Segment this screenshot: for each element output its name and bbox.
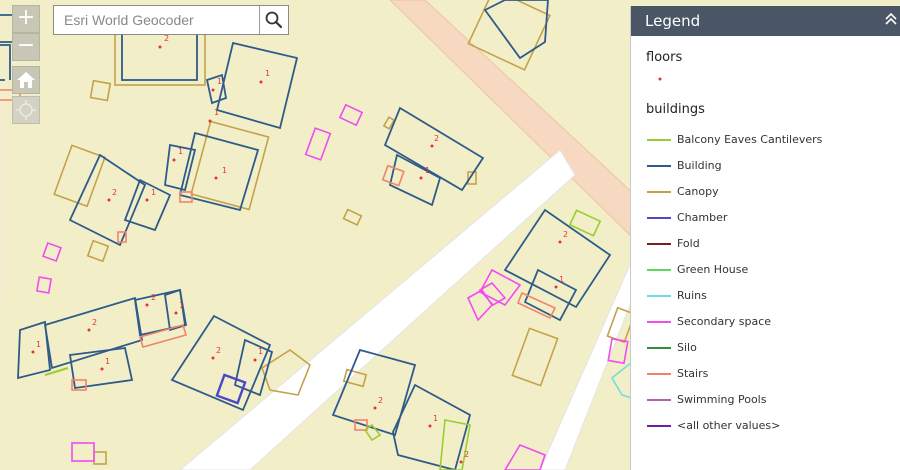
legend-swatch (647, 321, 671, 323)
floor-label: 1 (258, 347, 264, 356)
floor-label: 1 (433, 414, 439, 423)
legend-item: Secondary space (647, 315, 897, 329)
floor-label: 2 (112, 188, 118, 197)
floor-label: 1 (217, 77, 223, 86)
floor-label: 2 (563, 230, 569, 239)
floor-label: 1 (178, 147, 184, 156)
floor-label: 1 (105, 357, 111, 366)
legend-item-label: Chamber (677, 211, 728, 224)
legend-item: Green House (647, 263, 897, 277)
legend-swatch (647, 425, 671, 427)
floor-label: 1 (151, 188, 157, 197)
legend-item: Stairs (647, 367, 897, 381)
floor-label: 1 (265, 69, 271, 78)
zoom-in-button[interactable]: + (12, 5, 40, 33)
floor-point-symbol (658, 77, 662, 81)
home-icon (17, 72, 35, 88)
search-button[interactable] (259, 6, 288, 34)
legend-item-label: Silo (677, 341, 697, 354)
legend-item: Chamber (647, 211, 897, 225)
legend-layer-floors-title: floors (646, 50, 683, 65)
legend-item: Building (647, 159, 897, 173)
legend-item-label: Building (677, 159, 722, 172)
floor-label: 2 (92, 318, 98, 327)
legend-swatch (647, 399, 671, 401)
legend-item: Swimming Pools (647, 393, 897, 407)
legend-item-label: <all other values> (677, 419, 781, 432)
legend-swatch (647, 295, 671, 297)
legend-item: Canopy (647, 185, 897, 199)
zoom-out-button[interactable]: − (12, 33, 40, 61)
legend-swatch (647, 139, 671, 141)
legend-item-label: Green House (677, 263, 749, 276)
legend-swatch (647, 243, 671, 245)
floor-label: 2 (216, 346, 222, 355)
floor-label: 1 (36, 340, 42, 349)
floor-label: 1 (222, 166, 228, 175)
legend-swatch (647, 373, 671, 375)
floor-label-layer: 2 1 1 1 1 2 1 1 2 1 2 2 1 1 2 1 1 2 1 2 … (0, 0, 630, 470)
floor-label: 2 (151, 293, 157, 302)
legend-swatch (647, 191, 671, 193)
legend-item-label: Canopy (677, 185, 719, 198)
legend-item-label: Balcony Eaves Cantilevers (677, 133, 823, 146)
legend-title: Legend (645, 12, 701, 30)
legend-layer-buildings-title: buildings (646, 102, 705, 117)
legend-header[interactable]: Legend (631, 6, 900, 36)
legend-swatch (647, 165, 671, 167)
legend-item-label: Stairs (677, 367, 709, 380)
legend-swatch (647, 347, 671, 349)
legend-item: Ruins (647, 289, 897, 303)
legend-swatch (647, 269, 671, 271)
locate-icon (16, 100, 36, 120)
legend-item-label: Ruins (677, 289, 707, 302)
legend-panel: Legend floors buildings Balcony Eaves Ca… (630, 6, 900, 470)
geocoder-search (53, 5, 289, 35)
floor-label: 1 (425, 166, 431, 175)
search-icon (265, 11, 283, 29)
floor-label: 2 (378, 396, 384, 405)
legend-swatch (647, 217, 671, 219)
floor-label: 2 (434, 134, 440, 143)
locate-button[interactable] (12, 96, 40, 124)
legend-item-label: Fold (677, 237, 700, 250)
home-button[interactable] (12, 66, 40, 94)
legend-item-label: Swimming Pools (677, 393, 767, 406)
floor-label: 2 (164, 34, 170, 43)
floor-label: 1 (179, 301, 185, 310)
collapse-chevron-icon[interactable] (883, 10, 899, 28)
legend-item: Balcony Eaves Cantilevers (647, 133, 897, 147)
legend-item: <all other values> (647, 419, 897, 433)
floor-label: 1 (559, 275, 565, 284)
legend-item-label: Secondary space (677, 315, 772, 328)
floor-label: 2 (464, 450, 470, 459)
floor-label: 1 (214, 108, 220, 117)
legend-item: Silo (647, 341, 897, 355)
search-input[interactable] (54, 6, 260, 34)
legend-item: Fold (647, 237, 897, 251)
